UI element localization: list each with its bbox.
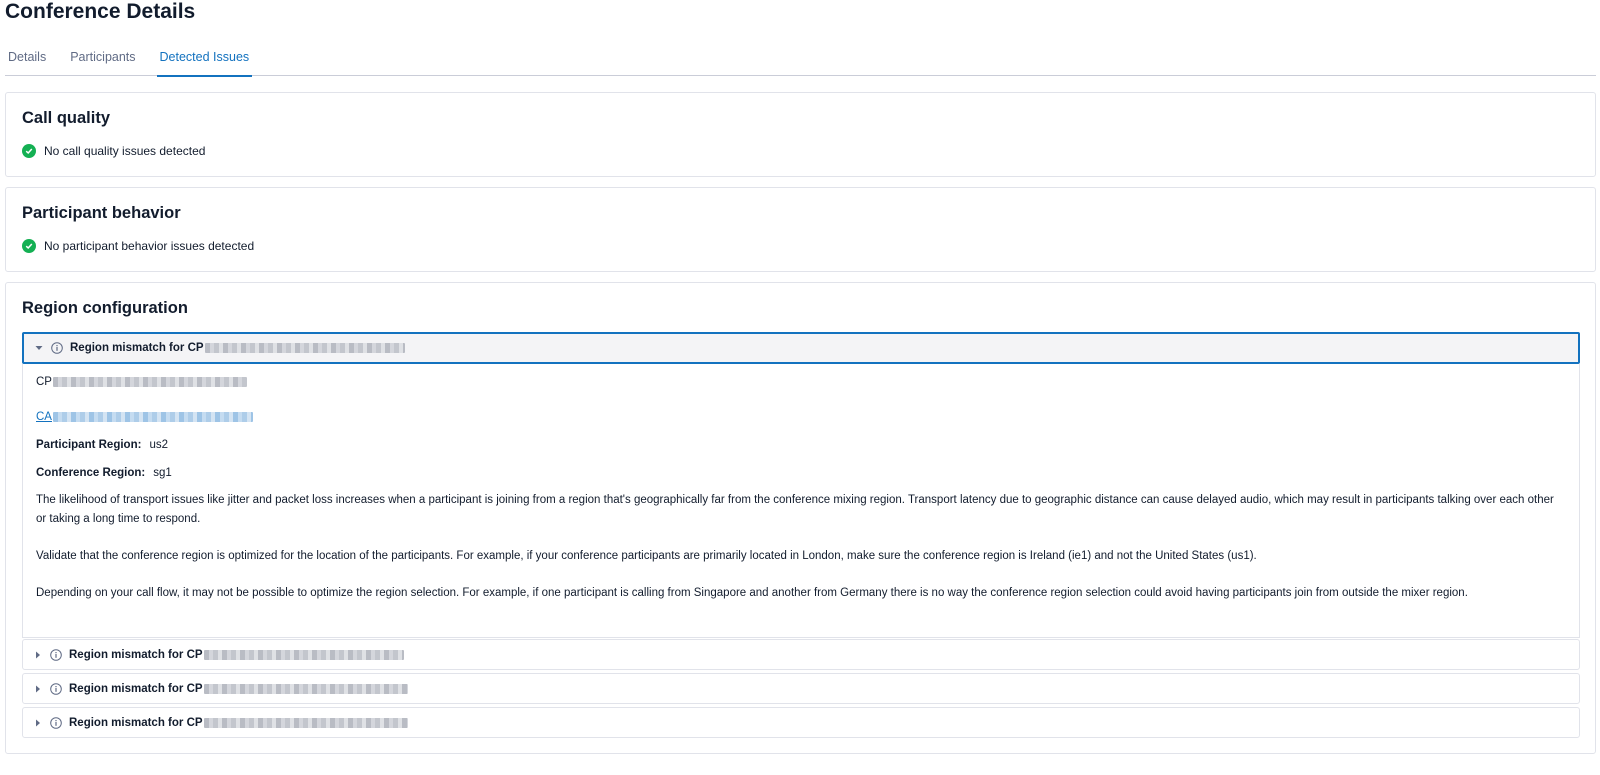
- region-mismatch-label: Region mismatch for CP: [69, 648, 203, 661]
- region-mismatch-row[interactable]: Region mismatch for CP: [22, 707, 1580, 738]
- redacted-sid: [203, 683, 408, 694]
- redacted-sid: [204, 343, 405, 353]
- redacted-sid: [203, 649, 404, 660]
- page-title: Conference Details: [5, 0, 196, 23]
- call-sid-link[interactable]: CA: [36, 411, 253, 423]
- redacted-participant-sid: [52, 376, 247, 387]
- participant-behavior-status: No participant behavior issues detected: [22, 239, 254, 253]
- chevron-down-icon: [35, 344, 43, 352]
- region-mismatch-label: Region mismatch for CP: [70, 342, 204, 354]
- detail-paragraph-2: Validate that the conference region is o…: [36, 550, 1257, 562]
- call-quality-card: Call quality No call quality issues dete…: [5, 92, 1596, 177]
- redacted-call-sid: [52, 411, 253, 422]
- region-configuration-title: Region configuration: [22, 299, 188, 317]
- info-icon: [50, 682, 62, 695]
- call-quality-title: Call quality: [22, 109, 111, 127]
- participant-behavior-card: Participant behavior No participant beha…: [5, 187, 1596, 272]
- participant-behavior-title: Participant behavior: [22, 204, 181, 222]
- participant-behavior-status-text: No participant behavior issues detected: [44, 239, 255, 253]
- chevron-right-icon: [34, 651, 42, 659]
- region-mismatch-details: CP CA Participant Region: us2 Conference …: [22, 364, 1580, 638]
- info-icon: [51, 342, 63, 354]
- conference-region: Conference Region: sg1: [36, 467, 172, 479]
- region-mismatch-label: Region mismatch for CP: [69, 716, 203, 729]
- tab-bar: Details Participants Detected Issues: [5, 44, 1596, 77]
- info-icon: [50, 716, 62, 729]
- region-mismatch-label: Region mismatch for CP: [69, 682, 203, 695]
- participant-region: Participant Region: us2: [36, 439, 168, 451]
- participant-sid: CP: [36, 376, 247, 388]
- detail-paragraph-1: The likelihood of transport issues like …: [36, 494, 1554, 525]
- region-mismatch-row[interactable]: Region mismatch for CP: [22, 639, 1580, 670]
- tab-detected-issues[interactable]: Detected Issues: [156, 44, 253, 77]
- chevron-right-icon: [34, 685, 42, 693]
- chevron-right-icon: [34, 719, 42, 727]
- redacted-sid: [203, 717, 408, 728]
- call-quality-status: No call quality issues detected: [22, 144, 205, 158]
- check-circle-icon: [22, 239, 36, 253]
- tab-participants[interactable]: Participants: [67, 44, 138, 76]
- info-icon: [50, 648, 62, 661]
- region-mismatch-row[interactable]: Region mismatch for CP: [22, 332, 1580, 364]
- tab-details[interactable]: Details: [5, 44, 49, 76]
- check-circle-icon: [22, 144, 36, 158]
- region-mismatch-row[interactable]: Region mismatch for CP: [22, 673, 1580, 704]
- call-quality-status-text: No call quality issues detected: [44, 144, 206, 158]
- conference-details-page: Conference Details Details Participants …: [0, 0, 1600, 775]
- detail-paragraph-3: Depending on your call flow, it may not …: [36, 587, 1468, 599]
